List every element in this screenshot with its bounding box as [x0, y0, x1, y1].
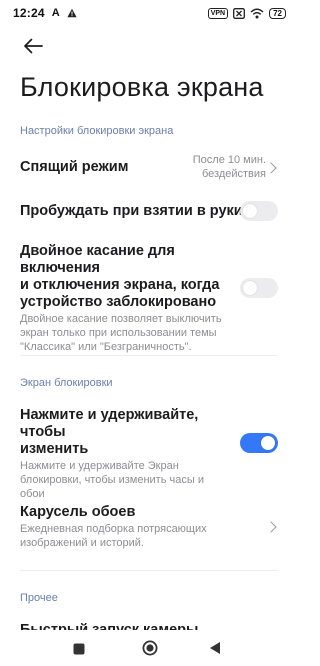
double-tap-desc-line1: Двойное касание позволяет выключить [20, 313, 222, 325]
toggle-knob [243, 204, 257, 218]
system-back-button[interactable] [209, 641, 223, 655]
hold-to-edit-toggle[interactable] [240, 433, 278, 453]
divider [20, 355, 278, 356]
sleep-mode-row[interactable]: Спящий режим После 10 мин. бездействия [0, 148, 300, 188]
double-tap-toggle[interactable] [240, 278, 278, 298]
toggle-knob [243, 281, 257, 295]
square-recents-icon [73, 643, 85, 655]
wake-on-pickup-toggle[interactable] [240, 201, 278, 221]
wake-on-pickup-title: Пробуждать при взятии в руки [20, 203, 243, 219]
chevron-right-icon [265, 521, 277, 533]
triangle-back-icon [210, 642, 220, 654]
sleep-mode-title: Спящий режим [20, 159, 129, 175]
alert-triangle-icon [67, 8, 77, 18]
home-button[interactable] [142, 640, 158, 656]
battery-icon: 72 [269, 7, 286, 19]
double-tap-title-line2: и отключения экрана, когда [20, 277, 220, 293]
status-time: 12:24 [13, 6, 45, 20]
status-bar: 12:24 A VPN 72 [0, 0, 300, 26]
double-tap-desc-line3: "Классика" или "Безграничность". [20, 341, 192, 353]
wallpaper-carousel-title: Карусель обоев [20, 504, 136, 520]
hold-to-edit-text: Нажмите и удерживайте, чтобы изменить На… [20, 407, 235, 501]
sleep-mode-value: После 10 мин. бездействия [193, 153, 266, 181]
double-tap-title-line1: Двойное касание для включения [20, 243, 175, 276]
divider [20, 570, 278, 571]
hold-to-edit-row[interactable]: Нажмите и удерживайте, чтобы изменить На… [0, 407, 300, 500]
circle-home-icon [142, 640, 158, 656]
wallpaper-carousel-row[interactable]: Карусель обоев Ежедневная подборка потря… [0, 504, 300, 552]
wallpaper-carousel-desc-line1: Ежедневная подборка потрясающих [20, 523, 207, 535]
hold-to-edit-title-line1: Нажмите и удерживайте, чтобы [20, 407, 199, 440]
double-tap-row[interactable]: Двойное касание для включения и отключен… [0, 243, 300, 353]
hold-to-edit-desc-line1: Нажмите и удерживайте Экран [20, 460, 179, 472]
wallpaper-carousel-desc-line2: изображений и историй. [20, 537, 144, 549]
back-button[interactable] [20, 34, 46, 58]
hold-to-edit-desc-line2: блокировки, чтобы изменить часы и [20, 474, 204, 486]
vpn-icon: VPN [207, 7, 229, 19]
x-box-icon [233, 7, 246, 19]
text-a-icon: A [51, 7, 60, 19]
recents-button[interactable] [73, 642, 87, 656]
double-tap-desc-line2: экран только при использовании темы [20, 327, 217, 339]
navigation-bar [0, 630, 300, 666]
wake-on-pickup-row[interactable]: Пробуждать при взятии в руки [0, 198, 300, 226]
wifi-icon [250, 8, 264, 18]
arrow-left-icon [24, 38, 43, 54]
section-header-other: Прочее [20, 592, 58, 604]
hold-to-edit-desc-line3: обои [20, 488, 45, 500]
double-tap-title-line3: устройство заблокировано [20, 294, 217, 310]
wallpaper-carousel-text: Карусель обоев Ежедневная подборка потря… [20, 504, 250, 550]
section-header-lock-settings: Настройки блокировки экрана [20, 125, 174, 137]
sleep-mode-value-line2: бездействия [201, 168, 266, 180]
chevron-right-icon [265, 162, 277, 174]
double-tap-text: Двойное касание для включения и отключен… [20, 243, 235, 354]
hold-to-edit-title-line2: изменить [20, 441, 89, 457]
toggle-knob [261, 436, 275, 450]
sleep-mode-value-line1: После 10 мин. [192, 154, 266, 166]
page-title: Блокировка экрана [20, 72, 264, 102]
section-header-lock-screen: Экран блокировки [20, 377, 113, 389]
